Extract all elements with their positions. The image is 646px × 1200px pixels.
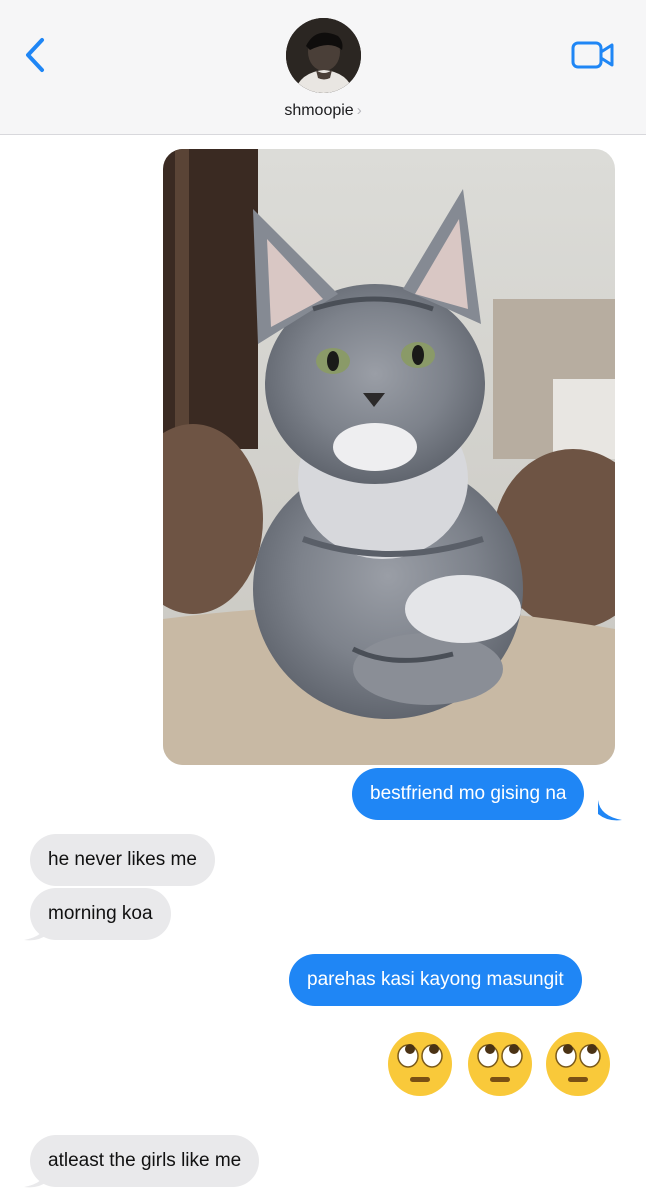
facetime-video-button[interactable] xyxy=(570,38,616,72)
bubble-tail xyxy=(598,800,622,821)
emoji-message[interactable] xyxy=(386,1030,616,1102)
bubble-tail xyxy=(24,1167,48,1188)
eye-roll-emoji xyxy=(468,1032,532,1096)
bubble-tail xyxy=(24,920,48,941)
contact-avatar[interactable] xyxy=(286,18,361,93)
conversation-header: shmoopie › xyxy=(0,0,646,135)
cat-photo[interactable] xyxy=(163,149,615,765)
message-text: parehas kasi kayong masungit xyxy=(307,969,564,990)
message-bubble-received[interactable]: morning koa xyxy=(30,888,171,940)
contact-name-button[interactable]: shmoopie › xyxy=(0,102,646,120)
video-camera-icon xyxy=(571,41,614,69)
message-text: morning koa xyxy=(48,903,153,924)
eye-roll-emoji xyxy=(388,1032,452,1096)
chevron-right-icon: › xyxy=(356,102,362,119)
contact-name: shmoopie xyxy=(284,102,354,119)
message-text: bestfriend mo gising na xyxy=(370,783,567,804)
message-bubble-received[interactable]: atleast the girls like me xyxy=(30,1135,260,1187)
back-button[interactable] xyxy=(14,30,58,80)
message-screen: shmoopie › bestfriend mo gising na he ne… xyxy=(0,0,646,1200)
eye-roll-emoji xyxy=(546,1032,610,1096)
chevron-left-icon xyxy=(26,38,44,72)
message-bubble-received[interactable]: he never likes me xyxy=(30,834,215,886)
message-bubble-sent[interactable]: bestfriend mo gising na xyxy=(352,768,585,820)
message-bubble-sent[interactable]: parehas kasi kayong masungit xyxy=(289,954,582,1006)
message-text: he never likes me xyxy=(48,849,197,870)
message-text: atleast the girls like me xyxy=(48,1150,242,1171)
